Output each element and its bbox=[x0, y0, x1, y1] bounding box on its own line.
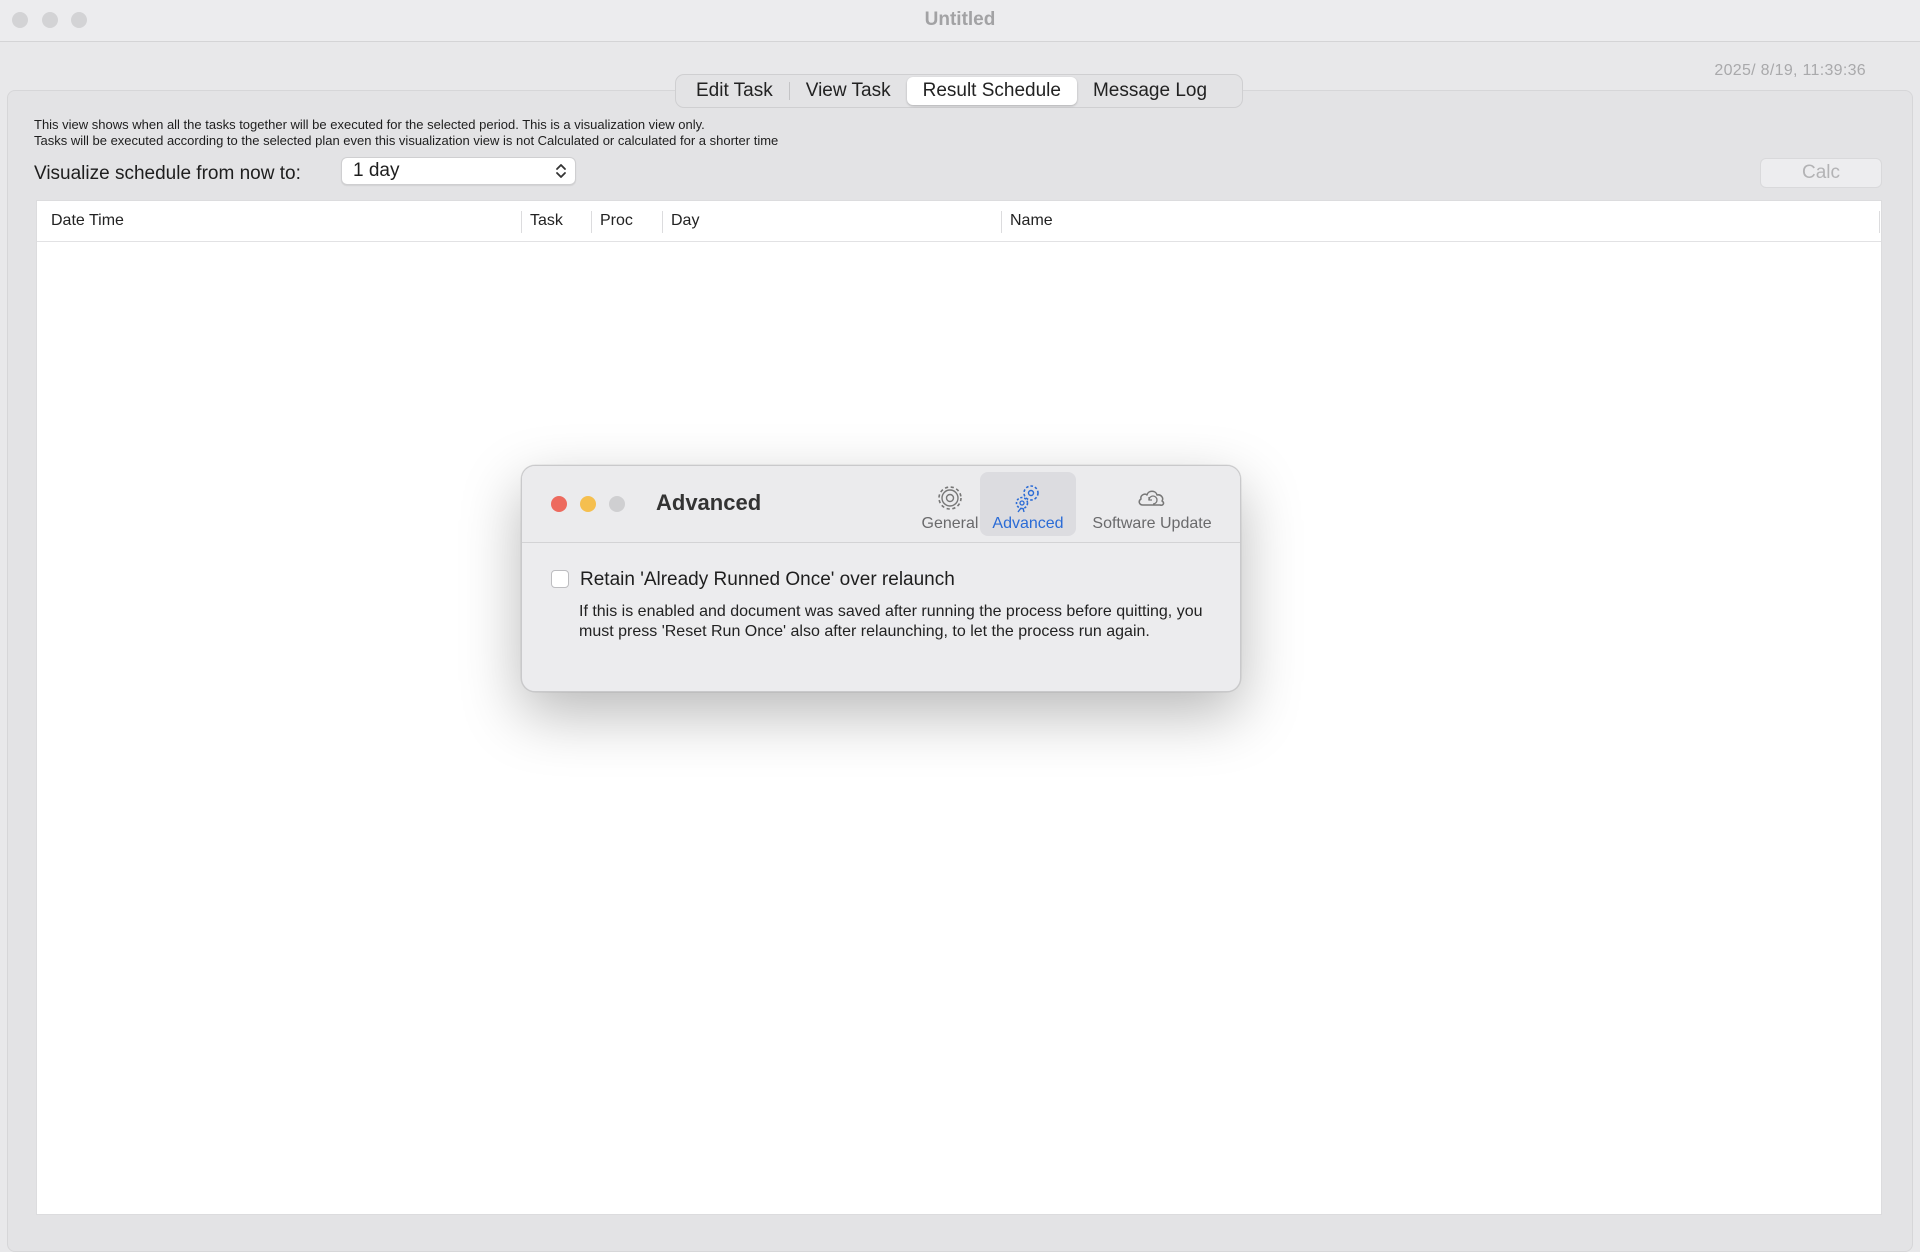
schedule-table[interactable]: Date Time Task Proc Day Name bbox=[36, 200, 1882, 1215]
current-datetime: 2025/ 8/19, 11:39:36 bbox=[1714, 62, 1866, 79]
tab-message-log[interactable]: Message Log bbox=[1077, 77, 1223, 105]
description-line-2: Tasks will be executed according to the … bbox=[34, 133, 779, 148]
retain-run-once-label[interactable]: Retain 'Already Runned Once' over relaun… bbox=[580, 569, 955, 591]
advanced-gears-icon bbox=[1015, 485, 1039, 513]
retain-run-once-help: If this is enabled and document was save… bbox=[579, 603, 1203, 640]
column-divider[interactable] bbox=[1001, 211, 1002, 233]
visualize-period-select[interactable]: 1 day bbox=[341, 157, 576, 185]
column-divider[interactable] bbox=[662, 211, 663, 233]
calc-button[interactable]: Calc bbox=[1760, 158, 1882, 188]
pref-tab-advanced[interactable]: Advanced bbox=[980, 472, 1076, 536]
column-header-name[interactable]: Name bbox=[1010, 201, 1053, 241]
tab-view-task[interactable]: View Task bbox=[790, 77, 907, 105]
window-titlebar: Untitled bbox=[0, 0, 1920, 42]
dialog-title: Advanced bbox=[656, 490, 762, 515]
gear-icon bbox=[938, 486, 962, 510]
up-down-chevron-icon bbox=[556, 164, 566, 178]
dialog-zoom-button[interactable] bbox=[609, 496, 625, 512]
table-header: Date Time Task Proc Day Name bbox=[37, 201, 1881, 242]
preferences-dialog: Advanced General Advanced Software Updat… bbox=[521, 465, 1241, 692]
dialog-close-button[interactable] bbox=[551, 496, 567, 512]
schedule-description: This view shows when all the tasks toget… bbox=[34, 117, 778, 149]
view-tab-bar: Edit Task View Task Result Schedule Mess… bbox=[675, 74, 1243, 108]
preferences-toolbar: Advanced General Advanced Software Updat… bbox=[522, 466, 1240, 543]
tab-edit-task[interactable]: Edit Task bbox=[680, 77, 789, 105]
column-header-proc[interactable]: Proc bbox=[600, 201, 633, 241]
pref-tab-advanced-label: Advanced bbox=[992, 515, 1064, 532]
column-divider[interactable] bbox=[591, 211, 592, 233]
retain-run-once-checkbox[interactable] bbox=[551, 570, 569, 588]
column-header-day[interactable]: Day bbox=[671, 201, 699, 241]
tab-result-schedule[interactable]: Result Schedule bbox=[906, 77, 1077, 105]
cloud-update-icon bbox=[1138, 490, 1165, 506]
visualize-label: Visualize schedule from now to: bbox=[34, 163, 301, 184]
description-line-1: This view shows when all the tasks toget… bbox=[34, 117, 705, 132]
column-divider[interactable] bbox=[521, 211, 522, 233]
window-title: Untitled bbox=[924, 9, 996, 30]
pref-tab-software-update-label: Software Update bbox=[1092, 515, 1212, 532]
column-header-date-time[interactable]: Date Time bbox=[51, 201, 124, 241]
visualize-period-value: 1 day bbox=[353, 160, 400, 181]
column-divider[interactable] bbox=[1879, 211, 1880, 233]
pref-tab-software-update[interactable]: Software Update bbox=[1078, 472, 1226, 536]
column-header-task[interactable]: Task bbox=[530, 201, 563, 241]
dialog-minimize-button[interactable] bbox=[580, 496, 596, 512]
